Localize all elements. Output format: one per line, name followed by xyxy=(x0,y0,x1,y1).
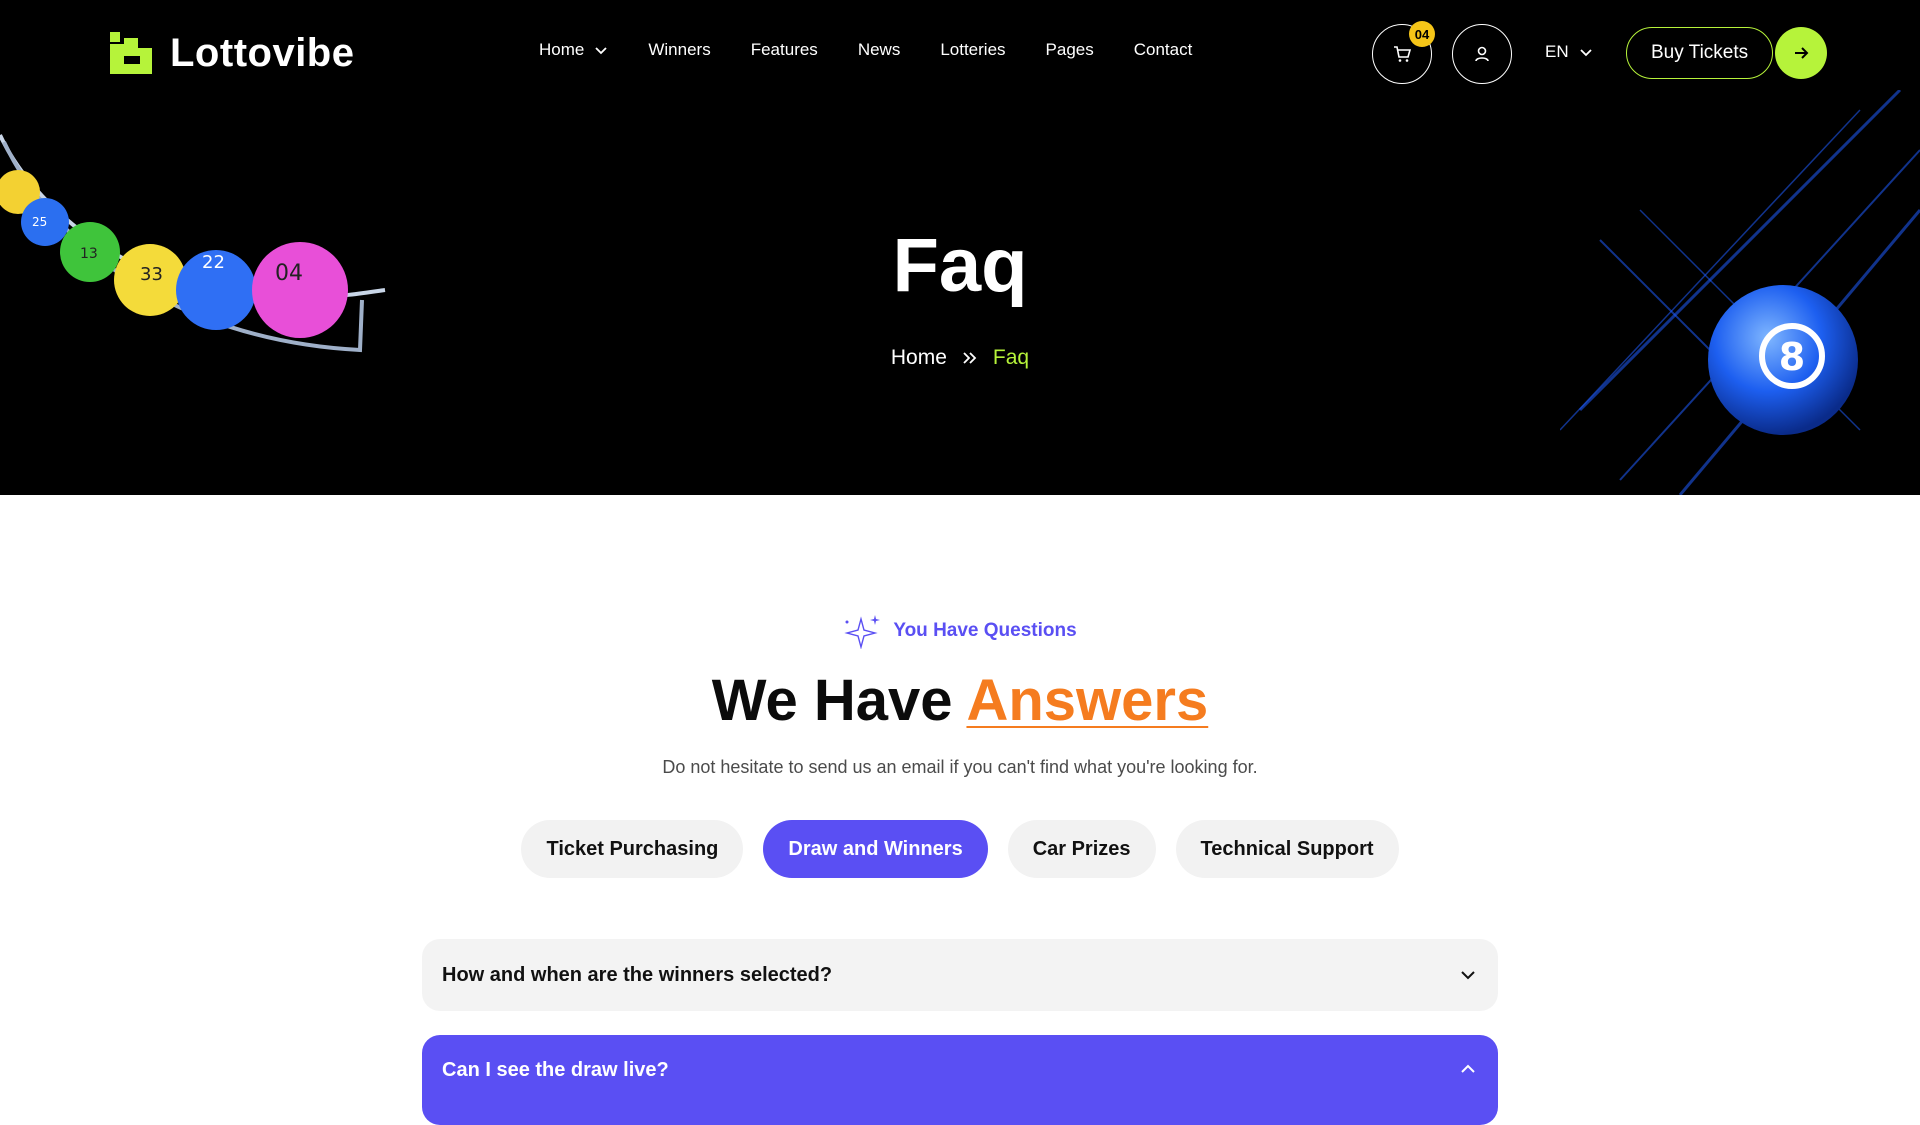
nav-item-features[interactable]: Features xyxy=(751,40,818,60)
tab-car-prizes[interactable]: Car Prizes xyxy=(1007,820,1156,878)
user-icon xyxy=(1475,46,1489,62)
page-title: Faq xyxy=(892,223,1028,308)
breadcrumb: Home Faq xyxy=(0,346,1920,370)
hero-banner: 33 22 04 13 25 8 Lottovibe Home Winners … xyxy=(0,0,1920,495)
breadcrumb-current: Faq xyxy=(992,346,1030,369)
chevron-down-icon xyxy=(595,47,607,55)
buy-tickets-group: Buy Tickets xyxy=(1626,27,1828,79)
site-header: Lottovibe Home Winners Features News Lot… xyxy=(0,0,1920,108)
buy-tickets-button[interactable]: Buy Tickets xyxy=(1626,27,1774,79)
logo-icon xyxy=(110,32,152,74)
tab-ticket-purchasing[interactable]: Ticket Purchasing xyxy=(521,820,744,878)
section-eyebrow: You Have Questions xyxy=(0,613,1920,649)
breadcrumb-home-link[interactable]: Home xyxy=(891,346,947,370)
faq-question: Can I see the draw live? xyxy=(442,1059,669,1081)
nav-item-contact[interactable]: Contact xyxy=(1134,40,1193,60)
language-selector[interactable]: EN xyxy=(1545,42,1593,62)
buy-tickets-arrow-button[interactable] xyxy=(1775,27,1828,79)
cart-count-badge: 04 xyxy=(1409,21,1435,47)
faq-question: How and when are the winners selected? xyxy=(442,963,833,986)
double-chevron-right-icon xyxy=(963,352,977,364)
section-headline: We Have Answers xyxy=(711,668,1209,733)
tab-draw-and-winners[interactable]: Draw and Winners xyxy=(763,820,988,878)
chevron-down-icon xyxy=(1461,971,1475,980)
brand-logo[interactable]: Lottovibe xyxy=(106,28,354,78)
section-subtext: Do not hesitate to send us an email if y… xyxy=(662,757,1258,777)
arrow-right-icon xyxy=(1795,47,1809,59)
nav-item-lotteries[interactable]: Lotteries xyxy=(940,40,1005,60)
nav-item-winners[interactable]: Winners xyxy=(648,40,710,60)
brand-name: Lottovibe xyxy=(170,30,355,75)
chevron-down-icon xyxy=(1579,49,1592,57)
nav-item-pages[interactable]: Pages xyxy=(1046,40,1094,60)
cart-icon xyxy=(1394,46,1412,62)
account-button[interactable] xyxy=(1452,24,1512,84)
nav-item-news[interactable]: News xyxy=(858,40,901,60)
cart-button[interactable]: 04 xyxy=(1372,21,1435,84)
chevron-up-icon xyxy=(1461,1064,1475,1073)
main-nav: Home Winners Features News Lotteries Pag… xyxy=(539,40,1192,60)
nav-item-home[interactable]: Home xyxy=(539,40,608,60)
faq-category-tabs: Ticket Purchasing Draw and Winners Car P… xyxy=(0,820,1920,878)
sparkle-icon xyxy=(844,615,881,649)
faq-item-open[interactable]: Can I see the draw live? xyxy=(422,1035,1498,1125)
faq-item[interactable]: How and when are the winners selected? xyxy=(422,939,1498,1011)
tab-technical-support[interactable]: Technical Support xyxy=(1175,820,1399,878)
